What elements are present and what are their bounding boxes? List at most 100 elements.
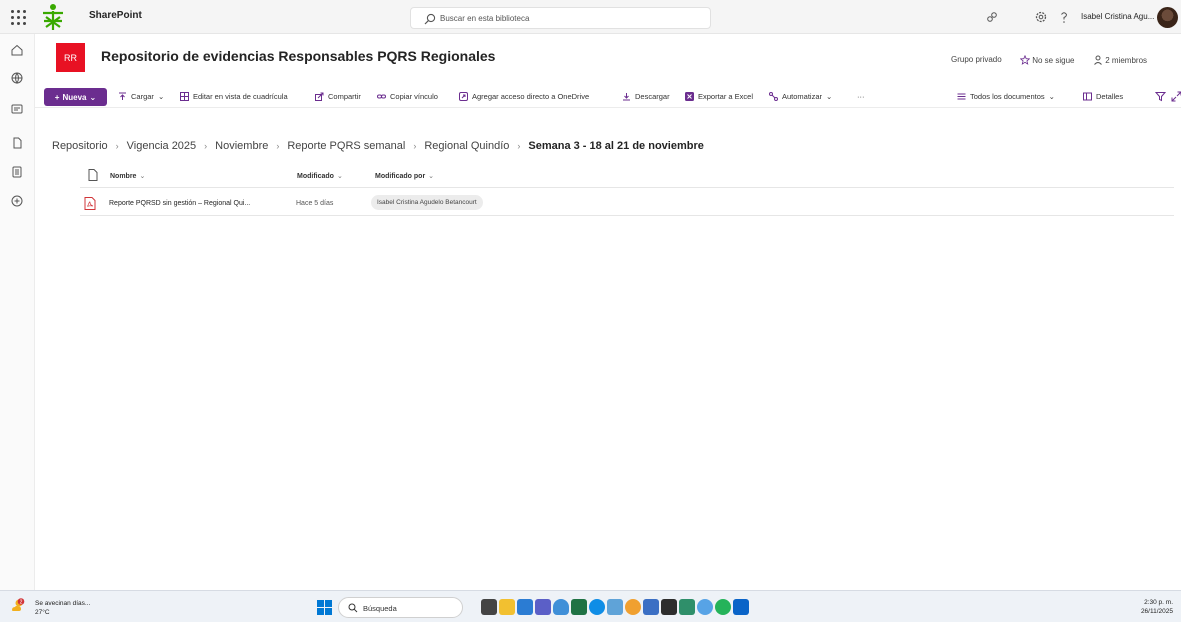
chevron-down-icon: ⌄ [428,173,435,180]
security-shield-icon[interactable] [553,599,569,615]
more-options-button[interactable]: ··· [857,92,865,101]
breadcrumb-item-repositorio[interactable]: Repositorio [52,140,108,152]
create-plus-icon[interactable] [10,194,24,208]
terminal-app-icon[interactable] [661,599,677,615]
copy-link-button[interactable]: Copiar vínculo [377,92,438,101]
breadcrumb-separator-icon: › [204,141,208,151]
breadcrumb-separator-icon: › [276,141,280,151]
weather-icon[interactable]: 2 [9,597,27,615]
edge-browser-icon[interactable] [589,599,605,615]
site-privacy: Grupo privado [951,55,1002,64]
details-button[interactable]: Detalles [1083,92,1123,101]
taskbar-search[interactable]: Búsqueda [338,597,463,618]
organization-logo-icon[interactable] [40,3,66,31]
file-name-link[interactable]: Reporte PQRSD sin gestión – Regional Qui… [109,200,250,207]
globe-icon[interactable] [10,71,24,85]
weather-widget[interactable]: Se avecinan días... 27°C [35,599,90,617]
breadcrumb-separator-icon: › [115,141,119,151]
home-icon[interactable] [10,43,24,57]
filter-icon[interactable] [1155,91,1166,102]
breadcrumb-separator-icon: › [413,141,417,151]
app-launcher-icon[interactable] [10,9,26,25]
plus-icon: + [54,92,60,102]
system-clock[interactable]: 2:30 p. m. 26/11/2025 [1133,598,1173,616]
members-button[interactable]: 2 miembros [1093,55,1147,67]
share-people-icon[interactable] [985,10,999,24]
suite-bar: SharePoint Isabel Cristina Agu... [0,0,1181,34]
site-logo-tile[interactable]: RR [56,43,85,72]
upload-button[interactable]: Cargar ⌄ [118,92,164,101]
column-modified-by-label: Modificado por [375,173,426,180]
table-row[interactable]: Reporte PQRSD sin gestión – Regional Qui… [80,192,1174,216]
chrome-browser-icon[interactable] [625,599,641,615]
calendar-app-icon[interactable] [643,599,659,615]
search-icon [348,603,358,613]
grid-edit-button[interactable]: Editar en vista de cuadrícula [180,92,288,101]
site-title[interactable]: Repositorio de evidencias Responsables P… [101,48,495,64]
column-modified-label: Modificado [297,173,334,180]
app-name[interactable]: SharePoint [89,10,142,21]
whatsapp-icon[interactable] [715,599,731,615]
help-icon[interactable] [1057,10,1071,24]
modified-date: Hace 5 días [296,200,334,207]
chevron-down-icon: ⌄ [89,92,97,102]
grid-edit-label: Editar en vista de cuadrícula [193,92,288,101]
pdf-file-icon [84,197,96,210]
breadcrumb-item-regional[interactable]: Regional Quindío [424,140,509,152]
outlook-icon[interactable] [517,599,533,615]
download-icon [623,93,630,101]
breadcrumb-separator-icon: › [517,141,521,151]
file-explorer-icon[interactable] [499,599,515,615]
automate-button[interactable]: Automatizar ⌄ [769,92,832,101]
modified-by-chip[interactable]: Isabel Cristina Agudelo Betancourt [371,195,483,210]
task-view-icon[interactable] [481,599,497,615]
add-shortcut-label: Agregar acceso directo a OneDrive [472,92,590,101]
breadcrumb-item-noviembre[interactable]: Noviembre [215,140,268,152]
grid-icon [180,92,189,101]
follow-label: No se sigue [1032,56,1075,65]
column-header-modified-by[interactable]: Modificado por ⌄ [375,172,434,180]
pinned-app-icon[interactable] [607,599,623,615]
column-header-name[interactable]: Nombre ⌄ [110,172,145,180]
automate-label: Automatizar [782,92,823,101]
upload-icon [119,92,126,100]
command-bar: + Nueva ⌄ Cargar ⌄ Editar en vista de cua… [35,86,1181,108]
teams-icon[interactable] [535,599,551,615]
breadcrumb: Repositorio › Vigencia 2025 › Noviembre › Repo… [52,140,704,152]
new-button[interactable]: + Nueva ⌄ [44,88,107,106]
photos-app-icon[interactable] [679,599,695,615]
shortcut-icon [459,92,468,101]
details-pane-icon [1083,92,1092,101]
user-name[interactable]: Isabel Cristina Agu... [1081,12,1154,21]
library-search[interactable] [410,7,711,29]
store-app-icon[interactable] [697,599,713,615]
mail-app-icon[interactable] [733,599,749,615]
column-header-modified[interactable]: Modificado ⌄ [297,172,343,180]
download-button[interactable]: Descargar [622,92,670,101]
link-icon [377,94,386,99]
clock-time: 2:30 p. m. [1144,599,1173,606]
expand-icon[interactable] [1171,91,1181,102]
breadcrumb-item-reporte[interactable]: Reporte PQRS semanal [287,140,405,152]
export-excel-button[interactable]: Exportar a Excel [685,92,753,101]
search-input[interactable] [440,11,700,26]
add-shortcut-button[interactable]: Agregar acceso directo a OneDrive [459,92,589,101]
settings-gear-icon[interactable] [1034,10,1048,24]
follow-button[interactable]: No se sigue [1019,54,1075,67]
view-label: Todos los documentos [970,92,1045,101]
upload-label: Cargar [131,92,154,101]
file-type-column-icon[interactable] [88,169,98,181]
copy-link-label: Copiar vínculo [390,92,438,101]
user-avatar[interactable] [1157,7,1178,28]
view-selector[interactable]: Todos los documentos ⌄ [957,92,1055,101]
list-icon[interactable] [10,165,24,179]
news-icon[interactable] [10,102,24,116]
share-icon [315,92,324,101]
person-icon [1093,55,1103,67]
app-green-icon[interactable] [571,599,587,615]
file-icon[interactable] [10,136,24,150]
share-button[interactable]: Compartir [315,92,361,101]
header-divider [80,187,1174,188]
windows-start-icon[interactable] [317,600,332,615]
breadcrumb-item-vigencia[interactable]: Vigencia 2025 [127,140,197,152]
